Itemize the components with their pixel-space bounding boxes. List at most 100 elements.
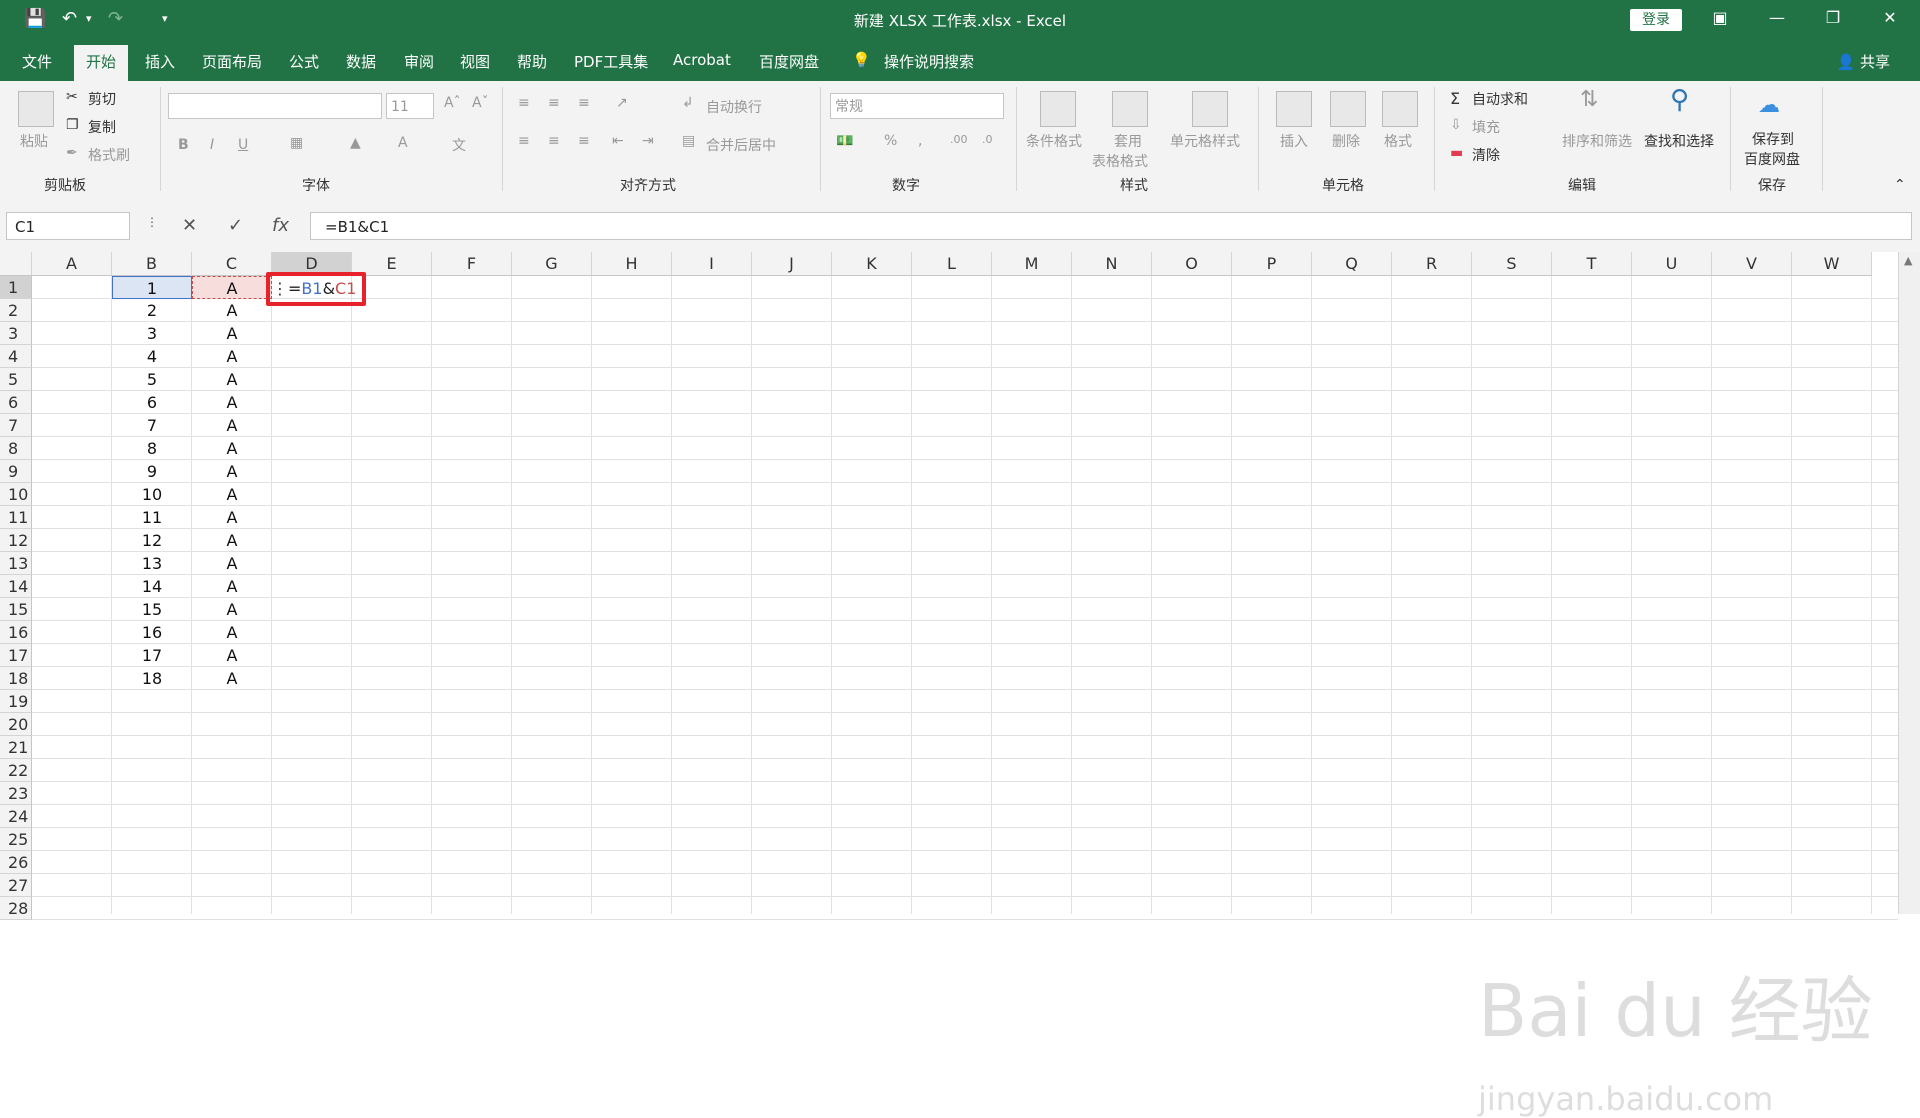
cell-styles-button[interactable]: 单元格样式 [1170, 131, 1240, 151]
cell-b13[interactable]: 13 [112, 552, 192, 575]
phonetic-icon[interactable]: 文 [452, 135, 466, 155]
paste-button[interactable]: 粘贴 [20, 131, 48, 151]
row-header-23[interactable]: 23 [0, 782, 32, 805]
tab-pdf-tools[interactable]: PDF工具集 [574, 51, 648, 72]
cancel-icon[interactable]: ✕ [182, 215, 197, 236]
accounting-format-icon[interactable]: 💵 [836, 133, 853, 149]
column-header-k[interactable]: K [832, 252, 912, 276]
cell-b10[interactable]: 10 [112, 483, 192, 506]
column-header-i[interactable]: I [672, 252, 752, 276]
percent-icon[interactable]: % [884, 133, 897, 149]
tab-page-layout[interactable]: 页面布局 [202, 51, 262, 72]
vertical-scrollbar[interactable]: ▲ [1898, 252, 1920, 914]
align-left-icon[interactable]: ≡ [518, 133, 530, 149]
column-header-f[interactable]: F [432, 252, 512, 276]
format-as-table-button[interactable]: 套用 [1114, 131, 1142, 151]
merge-center-button[interactable]: 合并后居中 [706, 135, 776, 155]
row-header-1[interactable]: 1 [0, 276, 32, 299]
align-middle-icon[interactable]: ≡ [548, 95, 560, 111]
cell-b16[interactable]: 16 [112, 621, 192, 644]
borders-icon[interactable]: ▦ [290, 135, 303, 151]
row-header-16[interactable]: 16 [0, 621, 32, 644]
cell-c12[interactable]: A [192, 529, 272, 552]
row-header-20[interactable]: 20 [0, 713, 32, 736]
column-header-t[interactable]: T [1552, 252, 1632, 276]
cell-d1-editor[interactable]: ⋮=B1&C1 [272, 278, 356, 300]
row-header-25[interactable]: 25 [0, 828, 32, 851]
underline-button[interactable]: U [238, 137, 248, 153]
row-header-11[interactable]: 11 [0, 506, 32, 529]
sort-filter-button[interactable]: 排序和筛选 [1562, 131, 1632, 151]
align-center-icon[interactable]: ≡ [548, 133, 560, 149]
increase-decimal-icon[interactable]: .00 [950, 133, 968, 146]
row-header-4[interactable]: 4 [0, 345, 32, 368]
row-header-17[interactable]: 17 [0, 644, 32, 667]
cell-c1[interactable]: A [192, 276, 272, 299]
insert-cells-button[interactable]: 插入 [1280, 131, 1308, 151]
cell-c4[interactable]: A [192, 345, 272, 368]
column-header-h[interactable]: H [592, 252, 672, 276]
cell-c9[interactable]: A [192, 460, 272, 483]
cell-c6[interactable]: A [192, 391, 272, 414]
column-header-r[interactable]: R [1392, 252, 1472, 276]
column-header-v[interactable]: V [1712, 252, 1792, 276]
column-header-c[interactable]: C [192, 252, 272, 276]
delete-cells-button[interactable]: 删除 [1332, 131, 1360, 151]
cell-b11[interactable]: 11 [112, 506, 192, 529]
cell-b18[interactable]: 18 [112, 667, 192, 690]
format-cells-button[interactable]: 格式 [1384, 131, 1412, 151]
font-color-icon[interactable]: A [398, 135, 408, 151]
cell-c10[interactable]: A [192, 483, 272, 506]
tab-view[interactable]: 视图 [460, 51, 490, 72]
enter-icon[interactable]: ✓ [228, 215, 243, 236]
cell-b17[interactable]: 17 [112, 644, 192, 667]
row-header-14[interactable]: 14 [0, 575, 32, 598]
cell-c14[interactable]: A [192, 575, 272, 598]
tab-home[interactable]: 开始 [74, 45, 129, 81]
tab-data[interactable]: 数据 [346, 51, 376, 72]
row-header-6[interactable]: 6 [0, 391, 32, 414]
cut-button[interactable]: 剪切 [88, 89, 116, 109]
cell-b15[interactable]: 15 [112, 598, 192, 621]
cell-b4[interactable]: 4 [112, 345, 192, 368]
cell-c16[interactable]: A [192, 621, 272, 644]
cell-c15[interactable]: A [192, 598, 272, 621]
column-header-b[interactable]: B [112, 252, 192, 276]
column-header-a[interactable]: A [32, 252, 112, 276]
name-box[interactable]: C1 [6, 212, 130, 240]
cell-b8[interactable]: 8 [112, 437, 192, 460]
cell-c3[interactable]: A [192, 322, 272, 345]
tab-review[interactable]: 审阅 [404, 51, 434, 72]
row-header-15[interactable]: 15 [0, 598, 32, 621]
collapse-ribbon-icon[interactable]: ⌃ [1894, 177, 1906, 193]
wrap-text-button[interactable]: 自动换行 [706, 97, 762, 117]
login-button[interactable]: 登录 [1630, 9, 1682, 31]
row-header-18[interactable]: 18 [0, 667, 32, 690]
minimize-icon[interactable]: — [1762, 8, 1792, 27]
cell-c2[interactable]: A [192, 299, 272, 322]
cell-c11[interactable]: A [192, 506, 272, 529]
column-header-l[interactable]: L [912, 252, 992, 276]
row-header-8[interactable]: 8 [0, 437, 32, 460]
shrink-font-icon[interactable]: Aˇ [472, 95, 489, 111]
column-header-j[interactable]: J [752, 252, 832, 276]
row-header-28[interactable]: 28 [0, 897, 32, 920]
increase-indent-icon[interactable]: ⇥ [642, 133, 654, 149]
save-to-netdisk-button[interactable]: 保存到 [1752, 129, 1794, 149]
font-size-combo[interactable]: 11 [386, 93, 434, 119]
decrease-indent-icon[interactable]: ⇤ [612, 133, 624, 149]
find-select-button[interactable]: 查找和选择 [1644, 131, 1714, 151]
fill-color-icon[interactable]: ▲ [350, 135, 361, 151]
copy-button[interactable]: 复制 [88, 117, 116, 137]
tell-me-search[interactable]: 操作说明搜索 [884, 51, 974, 72]
row-header-21[interactable]: 21 [0, 736, 32, 759]
column-header-n[interactable]: N [1072, 252, 1152, 276]
row-header-22[interactable]: 22 [0, 759, 32, 782]
clear-button[interactable]: 清除 [1472, 145, 1500, 165]
grow-font-icon[interactable]: Aˆ [444, 95, 461, 111]
cell-b6[interactable]: 6 [112, 391, 192, 414]
row-header-27[interactable]: 27 [0, 874, 32, 897]
column-header-s[interactable]: S [1472, 252, 1552, 276]
comma-icon[interactable]: , [918, 133, 922, 149]
tab-formulas[interactable]: 公式 [289, 51, 319, 72]
